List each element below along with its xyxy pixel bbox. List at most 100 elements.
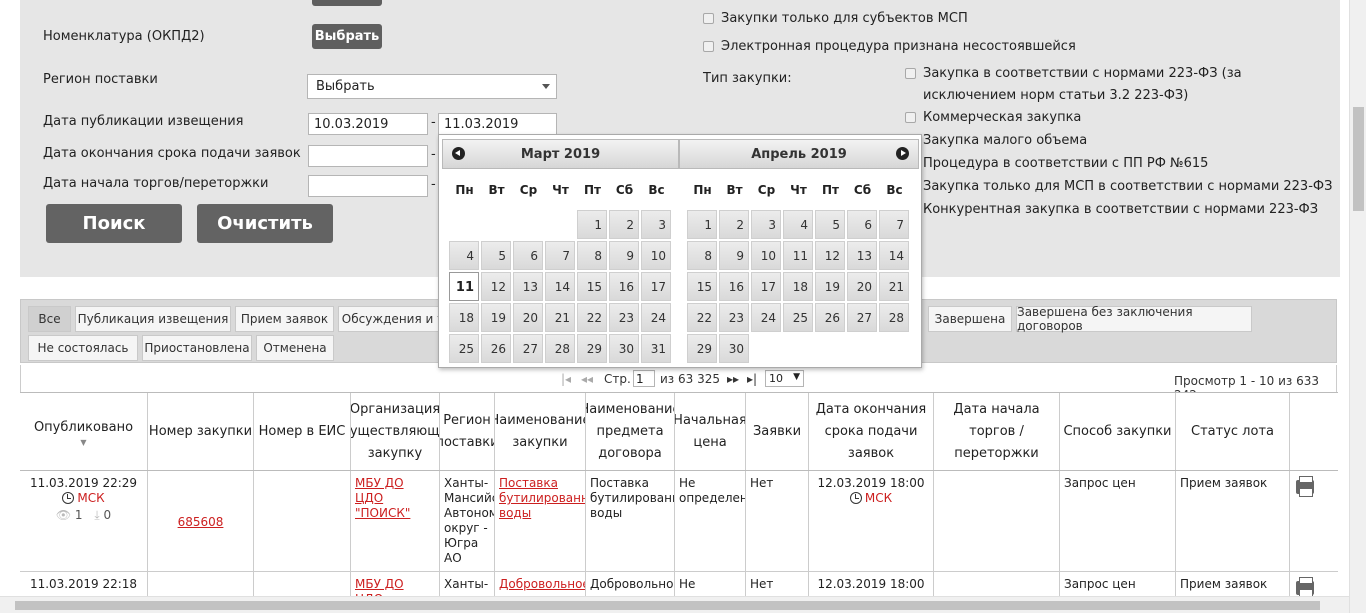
trade-start-from-input[interactable] bbox=[308, 175, 428, 197]
april-day[interactable]: 27 bbox=[847, 303, 877, 332]
tab-discussion[interactable]: Обсуждения и у bbox=[338, 306, 448, 332]
march-day[interactable]: 16 bbox=[609, 272, 639, 301]
pub-date-from-input[interactable]: 10.03.2019 bbox=[308, 113, 428, 135]
organization-link[interactable]: МБУ ДО ЦДО "ПОИСК" bbox=[355, 476, 410, 520]
col-organization[interactable]: Организация осуществляющая закупку bbox=[351, 393, 440, 470]
col-number[interactable]: Номер закупки bbox=[148, 393, 254, 470]
col-deadline[interactable]: Дата окончания срока подачи заявок bbox=[809, 393, 934, 470]
march-day[interactable]: 29 bbox=[577, 334, 607, 363]
april-day[interactable]: 4 bbox=[783, 210, 813, 239]
april-day[interactable]: 2 bbox=[719, 210, 749, 239]
march-day[interactable]: 3 bbox=[641, 210, 671, 239]
march-day[interactable]: 23 bbox=[609, 303, 639, 332]
march-day[interactable]: 13 bbox=[513, 272, 543, 301]
april-day[interactable]: 23 bbox=[719, 303, 749, 332]
march-day[interactable]: 4 bbox=[449, 241, 479, 270]
april-day[interactable]: 13 bbox=[847, 241, 877, 270]
april-day[interactable]: 11 bbox=[783, 241, 813, 270]
procurement-name-link[interactable]: Добровольное bbox=[499, 577, 585, 591]
april-day[interactable]: 5 bbox=[815, 210, 845, 239]
april-day[interactable]: 21 bbox=[879, 272, 909, 301]
april-day[interactable]: 30 bbox=[719, 334, 749, 363]
april-day[interactable]: 15 bbox=[687, 272, 717, 301]
tab-failed[interactable]: Не состоялась bbox=[28, 335, 138, 361]
pub-date-to-input[interactable]: 11.03.2019 bbox=[438, 113, 557, 135]
first-page-button[interactable]: |◂ bbox=[561, 372, 571, 386]
okpd-choose-button[interactable]: Выбрать bbox=[312, 24, 382, 49]
clear-button[interactable]: Очистить bbox=[197, 204, 333, 243]
march-day[interactable]: 15 bbox=[577, 272, 607, 301]
col-region[interactable]: Регион поставки bbox=[440, 393, 495, 470]
table-row[interactable]: 11.03.2019 22:29 МСК 👁 1 ⤓ 0 685608 МБУ … bbox=[20, 471, 1338, 572]
march-day[interactable]: 10 bbox=[641, 241, 671, 270]
failed-procedure-checkbox[interactable]: Электронная процедура признана несостояв… bbox=[703, 36, 1076, 58]
type-checkbox-615[interactable]: Процедура в соответствии с ПП РФ №615 bbox=[905, 153, 1208, 175]
printer-icon[interactable] bbox=[1296, 577, 1314, 598]
col-published[interactable]: Опубликовано ▼ bbox=[20, 393, 148, 470]
march-day[interactable]: 28 bbox=[545, 334, 575, 363]
march-day[interactable]: 7 bbox=[545, 241, 575, 270]
march-day[interactable]: 1 bbox=[577, 210, 607, 239]
tab-suspended[interactable]: Приостановлена bbox=[142, 335, 252, 361]
april-day[interactable]: 28 bbox=[879, 303, 909, 332]
type-checkbox-msp[interactable]: Закупка только для МСП в соответствии с … bbox=[905, 176, 1332, 198]
march-day[interactable]: 25 bbox=[449, 334, 479, 363]
top-choose-button[interactable] bbox=[312, 0, 382, 6]
april-day[interactable]: 6 bbox=[847, 210, 877, 239]
april-day[interactable]: 12 bbox=[815, 241, 845, 270]
march-day[interactable]: 2 bbox=[609, 210, 639, 239]
tab-all[interactable]: Все bbox=[28, 306, 71, 332]
april-day[interactable]: 14 bbox=[879, 241, 909, 270]
april-day[interactable]: 3 bbox=[751, 210, 781, 239]
march-day[interactable]: 18 bbox=[449, 303, 479, 332]
horizontal-scroll-thumb[interactable] bbox=[15, 601, 1320, 610]
col-trade-start[interactable]: Дата начала торгов / переторжки bbox=[934, 393, 1060, 470]
march-day[interactable]: 14 bbox=[545, 272, 575, 301]
vertical-scroll-thumb[interactable] bbox=[1353, 107, 1364, 211]
april-day[interactable]: 26 bbox=[815, 303, 845, 332]
april-day[interactable]: 29 bbox=[687, 334, 717, 363]
april-day[interactable]: 19 bbox=[815, 272, 845, 301]
deadline-from-input[interactable] bbox=[308, 145, 428, 167]
april-day[interactable]: 22 bbox=[687, 303, 717, 332]
march-day[interactable]: 30 bbox=[609, 334, 639, 363]
col-bids[interactable]: Заявки bbox=[746, 393, 809, 470]
march-day[interactable]: 22 bbox=[577, 303, 607, 332]
search-button[interactable]: Поиск bbox=[46, 204, 182, 243]
march-day[interactable]: 8 bbox=[577, 241, 607, 270]
march-day[interactable]: 20 bbox=[513, 303, 543, 332]
procurement-name-link[interactable]: Поставка бутилированной воды bbox=[499, 476, 585, 520]
march-day[interactable]: 12 bbox=[481, 272, 511, 301]
region-select[interactable]: Выбрать bbox=[307, 74, 557, 99]
procurement-number-link[interactable]: 685608 bbox=[178, 515, 224, 529]
vertical-scrollbar[interactable] bbox=[1349, 0, 1366, 613]
col-price[interactable]: Начальная цена bbox=[675, 393, 746, 470]
march-day[interactable]: 17 bbox=[641, 272, 671, 301]
printer-icon[interactable] bbox=[1296, 476, 1314, 497]
prev-month-icon[interactable] bbox=[452, 147, 465, 160]
type-checkbox-223[interactable]: Закупка в соответствии с нормами 223-ФЗ … bbox=[905, 63, 1325, 107]
april-day[interactable]: 20 bbox=[847, 272, 877, 301]
april-day[interactable]: 18 bbox=[783, 272, 813, 301]
march-day[interactable]: 9 bbox=[609, 241, 639, 270]
prev-page-button[interactable]: ◂◂ bbox=[581, 372, 593, 386]
march-day[interactable]: 19 bbox=[481, 303, 511, 332]
tab-completed[interactable]: Завершена bbox=[928, 306, 1012, 332]
tab-publication[interactable]: Публикация извещения bbox=[75, 306, 231, 332]
march-day[interactable]: 24 bbox=[641, 303, 671, 332]
horizontal-scrollbar[interactable] bbox=[0, 596, 1349, 613]
col-name[interactable]: Наименование закупки bbox=[495, 393, 586, 470]
type-checkbox-competitive[interactable]: Конкурентная закупка в соответствии с но… bbox=[905, 199, 1318, 221]
smp-only-checkbox[interactable]: Закупки только для субъектов МСП bbox=[703, 8, 968, 30]
march-day[interactable]: 5 bbox=[481, 241, 511, 270]
next-page-button[interactable]: ▸▸ bbox=[727, 372, 739, 386]
col-eis-number[interactable]: Номер в ЕИС bbox=[254, 393, 351, 470]
col-status[interactable]: Статус лота bbox=[1176, 393, 1290, 470]
tab-accepting[interactable]: Прием заявок bbox=[235, 306, 334, 332]
next-month-icon[interactable] bbox=[896, 147, 909, 160]
last-page-button[interactable]: ▸| bbox=[747, 372, 757, 386]
march-day[interactable]: 6 bbox=[513, 241, 543, 270]
march-day[interactable]: 11 bbox=[449, 272, 479, 301]
march-day[interactable]: 21 bbox=[545, 303, 575, 332]
col-method[interactable]: Способ закупки bbox=[1060, 393, 1176, 470]
